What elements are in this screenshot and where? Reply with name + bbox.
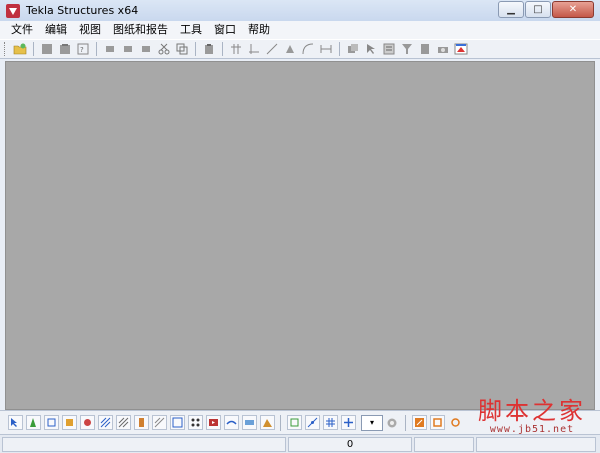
- filter-icon[interactable]: [400, 42, 414, 56]
- document-icon[interactable]: [418, 42, 432, 56]
- select-cuts-icon[interactable]: [133, 415, 149, 430]
- maximize-button[interactable]: □: [525, 1, 551, 18]
- minimize-button[interactable]: ▁: [498, 1, 524, 18]
- copy-icon[interactable]: [175, 42, 189, 56]
- tool-2-icon[interactable]: [121, 42, 135, 56]
- snap-end-icon[interactable]: [286, 415, 302, 430]
- app-window: Tekla Structures x64 ▁ □ ✕ 文件 编辑 视图 图纸和报…: [0, 0, 600, 453]
- save-as-icon[interactable]: [58, 42, 72, 56]
- tool-1-icon[interactable]: [103, 42, 117, 56]
- window-title: Tekla Structures x64: [26, 4, 139, 17]
- cut-icon[interactable]: [157, 42, 171, 56]
- arc-icon[interactable]: [301, 42, 315, 56]
- render-icon[interactable]: [454, 42, 468, 56]
- select-views-icon[interactable]: [151, 415, 167, 430]
- point-icon[interactable]: [283, 42, 297, 56]
- toolbar-separator: [195, 42, 196, 56]
- measure-icon[interactable]: [265, 42, 279, 56]
- select-parts-icon[interactable]: [25, 415, 41, 430]
- snap-grid-icon[interactable]: [322, 415, 338, 430]
- status-bar: 0: [0, 434, 600, 453]
- select-welds-icon[interactable]: [61, 415, 77, 430]
- toolbar-separator: [339, 42, 340, 56]
- camera-icon[interactable]: [436, 42, 450, 56]
- properties-icon[interactable]: [382, 42, 396, 56]
- menu-view[interactable]: 视图: [73, 21, 107, 39]
- menu-tools[interactable]: 工具: [174, 21, 208, 39]
- toolbar-separator: [33, 42, 34, 56]
- toolbar-separator: [280, 414, 281, 431]
- title-bar[interactable]: Tekla Structures x64 ▁ □ ✕: [0, 0, 600, 21]
- menu-bar: 文件 编辑 视图 图纸和报告 工具 窗口 帮助: [0, 21, 600, 39]
- select-components-icon[interactable]: [169, 415, 185, 430]
- close-button[interactable]: ✕: [552, 1, 594, 18]
- select-surface-icon[interactable]: [223, 415, 239, 430]
- watermark-main-text: 脚本之家: [478, 397, 586, 425]
- watermark: 脚本之家 www.jb51.net: [478, 398, 586, 435]
- menu-window[interactable]: 窗口: [208, 21, 242, 39]
- paste-icon[interactable]: [202, 42, 216, 56]
- select-points-icon[interactable]: [43, 415, 59, 430]
- dimension-icon[interactable]: [319, 42, 333, 56]
- save-icon[interactable]: [40, 42, 54, 56]
- snap-point-icon[interactable]: [411, 415, 427, 430]
- status-counter: 0: [288, 436, 412, 452]
- menu-file[interactable]: 文件: [8, 21, 39, 39]
- tool-3-icon[interactable]: [139, 42, 153, 56]
- snap-ortho-icon[interactable]: [340, 415, 356, 430]
- toolbar-separator: [405, 414, 406, 431]
- tekla-logo-icon: [5, 3, 21, 19]
- status-cell-4: [476, 436, 596, 452]
- select-reference-icon[interactable]: [205, 415, 221, 430]
- snap-mode-dropdown[interactable]: ▾: [361, 414, 383, 431]
- select-model-icon[interactable]: [259, 415, 275, 430]
- select-grids-icon[interactable]: [97, 415, 113, 430]
- select-all-icon[interactable]: [7, 415, 23, 430]
- toolbar-separator: [96, 42, 97, 56]
- menu-drawings-reports[interactable]: 图纸和报告: [107, 21, 174, 39]
- snap-center-icon[interactable]: [429, 415, 445, 430]
- grid-icon[interactable]: [229, 42, 243, 56]
- model-workspace[interactable]: [5, 61, 595, 410]
- menu-help[interactable]: 帮助: [242, 21, 276, 39]
- print-icon[interactable]: ?: [76, 42, 90, 56]
- open-model-icon[interactable]: [13, 42, 27, 56]
- snap-mid-icon[interactable]: [304, 415, 320, 430]
- window-controls: ▁ □ ✕: [497, 1, 594, 18]
- select-planes-icon[interactable]: [115, 415, 131, 430]
- layer-icon[interactable]: [346, 42, 360, 56]
- toolbar-grip[interactable]: [4, 42, 8, 56]
- main-toolbar: ?: [0, 39, 600, 59]
- select-icon[interactable]: [364, 42, 378, 56]
- select-object-icon[interactable]: [241, 415, 257, 430]
- svg-text:?: ?: [80, 46, 84, 54]
- select-assemblies-icon[interactable]: [187, 415, 203, 430]
- axis-icon[interactable]: [247, 42, 261, 56]
- menu-edit[interactable]: 编辑: [39, 21, 73, 39]
- status-cell-3: [414, 436, 474, 452]
- toolbar-separator: [222, 42, 223, 56]
- snap-circle-icon[interactable]: [448, 415, 463, 430]
- status-message: [2, 436, 286, 452]
- select-bolts-icon[interactable]: [79, 415, 95, 430]
- snap-settings-icon[interactable]: [385, 415, 400, 430]
